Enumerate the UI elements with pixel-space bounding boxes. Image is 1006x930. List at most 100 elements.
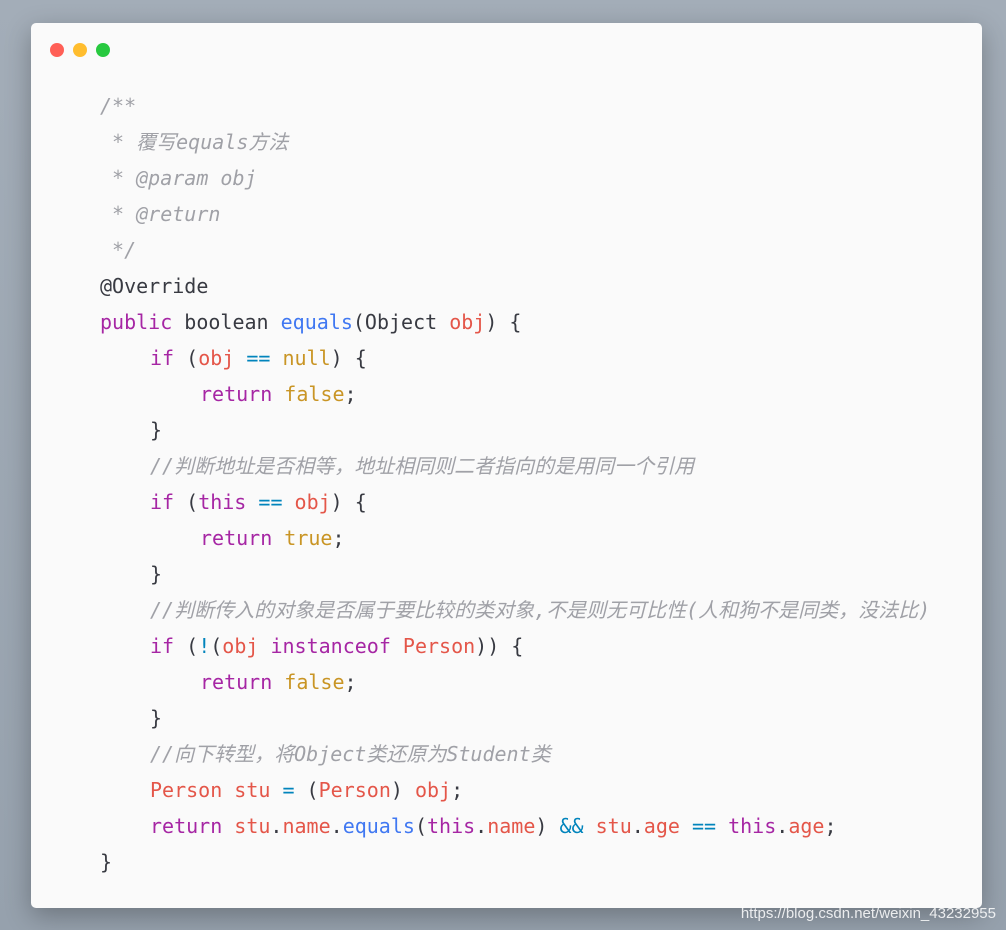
doc-comment-param: * @param obj (100, 166, 257, 190)
operator: ! (198, 634, 211, 658)
return-false-1: return false; (100, 376, 930, 412)
variable: stu (234, 814, 271, 838)
type-name: Person (318, 778, 391, 802)
closing-brace: } (150, 562, 163, 586)
code-text: ) (535, 814, 560, 838)
code-text: ( (294, 778, 319, 802)
code-text: ( (174, 634, 199, 658)
code-text: ( (174, 490, 199, 514)
variable: obj (222, 634, 259, 658)
closing-brace: } (150, 706, 163, 730)
code-text: ) (390, 778, 415, 802)
field: age (788, 814, 825, 838)
code-text: . (776, 814, 789, 838)
doc-comment-desc: * 覆写equals方法 (100, 130, 289, 154)
keyword: if (150, 346, 175, 370)
watermark-url: https://blog.csdn.net/weixin_43232955 (740, 905, 996, 922)
code-text: ( (174, 346, 199, 370)
operator: && (559, 814, 584, 838)
code-text: ( (414, 814, 427, 838)
window-controls (50, 43, 110, 57)
literal: false (284, 382, 345, 406)
code-text: ) { (485, 310, 522, 334)
operator: = (282, 778, 295, 802)
comment-address: //判断地址是否相等，地址相同则二者指向的是用同一个引用 (150, 454, 695, 478)
parameter: obj (449, 310, 486, 334)
cast-statement: Person stu = (Person) obj; (100, 772, 930, 808)
maximize-icon[interactable] (96, 43, 110, 57)
if-null-check: if (obj == null) { (100, 340, 930, 376)
return-comparison: return stu.name.equals(this.name) && stu… (100, 808, 930, 844)
code-block: /** * 覆写equals方法 * @param obj * @return … (100, 88, 930, 880)
code-text: . (270, 814, 283, 838)
code-text: ) { (330, 490, 367, 514)
operator: == (246, 346, 271, 370)
variable: stu (595, 814, 632, 838)
doc-comment-start: /** (100, 94, 137, 118)
close-icon[interactable] (50, 43, 64, 57)
variable: obj (198, 346, 235, 370)
variable: obj (294, 490, 331, 514)
code-text: (Object (352, 310, 450, 334)
keyword: return (200, 670, 273, 694)
method-name: equals (342, 814, 415, 838)
comment-downcast: //向下转型，将Object类还原为Student类 (150, 742, 551, 766)
closing-brace: } (150, 418, 163, 442)
field: name (487, 814, 536, 838)
if-instanceof-check: if (!(obj instanceof Person)) { (100, 628, 930, 664)
keyword-instanceof: instanceof (270, 634, 391, 658)
keyword: return (200, 382, 273, 406)
doc-comment-return: * @return (100, 202, 221, 226)
method-signature: public boolean equals(Object obj) { (100, 304, 930, 340)
code-text: boolean (172, 310, 281, 334)
method-name: equals (280, 310, 353, 334)
code-text: ; (451, 778, 464, 802)
variable: obj (414, 778, 452, 802)
doc-comment-end: */ (100, 238, 137, 262)
literal: false (284, 670, 345, 694)
keyword: if (150, 634, 175, 658)
keyword: public (100, 310, 173, 334)
code-text: ; (332, 526, 345, 550)
code-text: ; (344, 670, 357, 694)
variable: stu (234, 778, 271, 802)
return-false-2: return false; (100, 664, 930, 700)
type-name: Person (150, 778, 223, 802)
code-text: ( (210, 634, 223, 658)
code-text: . (631, 814, 644, 838)
literal: true (284, 526, 333, 550)
code-text: . (330, 814, 343, 838)
field: name (282, 814, 331, 838)
code-text: . (475, 814, 488, 838)
comment-type-check: //判断传入的对象是否属于要比较的类对象,不是则无可比性(人和狗不是同类，没法比… (150, 598, 931, 622)
closing-brace: } (100, 850, 113, 874)
keyword: if (150, 490, 175, 514)
operator: == (691, 814, 717, 838)
code-text: ; (344, 382, 357, 406)
return-true: return true; (100, 520, 930, 556)
type-name: Person (402, 634, 476, 658)
keyword: return (150, 814, 223, 838)
keyword-this: this (728, 814, 777, 838)
code-window: /** * 覆写equals方法 * @param obj * @return … (31, 23, 982, 908)
code-text: ; (824, 814, 837, 838)
if-this-check: if (this == obj) { (100, 484, 930, 520)
minimize-icon[interactable] (73, 43, 87, 57)
keyword-this: this (426, 814, 476, 838)
keyword: return (200, 526, 273, 550)
